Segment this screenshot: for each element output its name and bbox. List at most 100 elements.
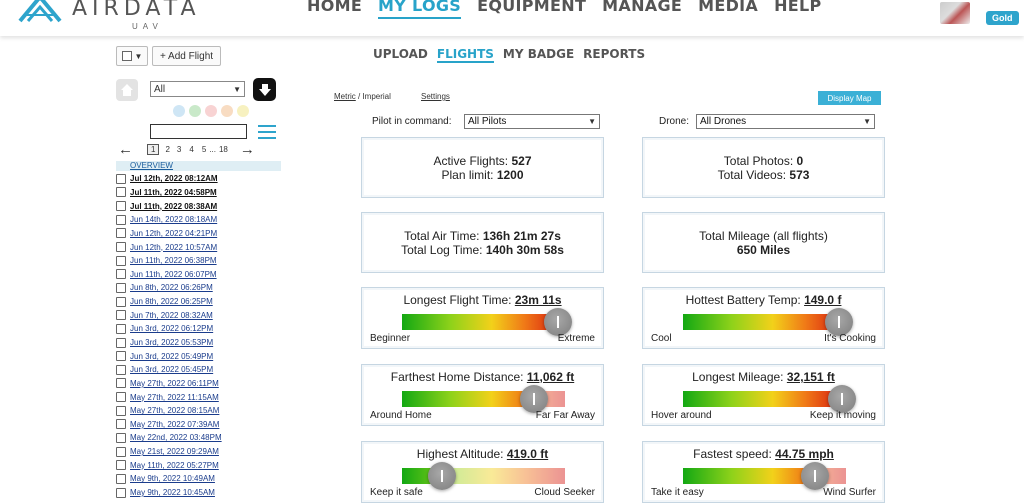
imperial-link[interactable]: Imperial (362, 92, 390, 101)
flight-list-item[interactable]: Jun 3rd, 2022 05:45PM (116, 363, 286, 377)
flight-link[interactable]: May 27th, 2022 07:39AM (130, 420, 219, 429)
flight-checkbox[interactable] (116, 173, 126, 184)
flight-list-item[interactable]: Jun 3rd, 2022 05:53PM (116, 336, 286, 350)
flight-link[interactable]: May 27th, 2022 08:15AM (130, 406, 219, 415)
flight-checkbox[interactable] (116, 323, 126, 334)
next-page-arrow-icon[interactable]: → (240, 141, 255, 158)
flight-link[interactable]: Jun 3rd, 2022 05:53PM (130, 338, 213, 347)
page-4[interactable]: 4 (189, 145, 193, 154)
flight-list-item[interactable]: Jun 7th, 2022 08:32AM (116, 308, 286, 322)
color-tag-green[interactable] (189, 105, 201, 117)
flight-checkbox[interactable] (116, 432, 126, 443)
download-button[interactable] (253, 78, 276, 101)
flight-checkbox[interactable] (116, 460, 126, 471)
flight-link[interactable]: Jun 12th, 2022 04:21PM (130, 229, 217, 238)
flight-checkbox[interactable] (116, 405, 126, 416)
brand-logo[interactable]: AIRDATA (18, 0, 201, 24)
flight-link[interactable]: Jun 14th, 2022 08:18AM (130, 215, 217, 224)
flight-list-item[interactable]: Jul 11th, 2022 04:58PM (116, 186, 286, 200)
flight-checkbox[interactable] (116, 351, 126, 362)
flight-list-item[interactable]: Jun 11th, 2022 06:07PM (116, 267, 286, 281)
gauge-value-link[interactable]: 23m 11s (515, 293, 562, 307)
user-avatar[interactable] (940, 2, 970, 24)
color-tag-orange[interactable] (221, 105, 233, 117)
flight-link[interactable]: May 11th, 2022 05:27PM (130, 461, 219, 470)
flight-link[interactable]: Jun 3rd, 2022 06:12PM (130, 324, 213, 333)
flight-link[interactable]: Jul 12th, 2022 08:12AM (130, 174, 218, 183)
flight-link[interactable]: May 9th, 2022 10:45AM (130, 488, 215, 497)
nav-help[interactable]: HELP (774, 0, 821, 19)
flight-link[interactable]: May 9th, 2022 10:49AM (130, 474, 215, 483)
gauge-value-link[interactable]: 32,151 ft (787, 370, 835, 384)
flight-link[interactable]: May 21st, 2022 09:29AM (130, 447, 219, 456)
flight-list-item[interactable]: May 27th, 2022 06:11PM (116, 377, 286, 391)
flight-link[interactable]: Jun 7th, 2022 08:32AM (130, 311, 213, 320)
color-tag-red[interactable] (205, 105, 217, 117)
flight-checkbox[interactable] (116, 228, 126, 239)
flight-checkbox[interactable] (116, 187, 126, 198)
subnav-reports[interactable]: REPORTS (583, 47, 645, 63)
select-all-dropdown[interactable]: ▼ (116, 46, 148, 66)
page-2[interactable]: 2 (165, 145, 169, 154)
flight-checkbox[interactable] (116, 269, 126, 280)
flight-link[interactable]: Jun 11th, 2022 06:07PM (130, 270, 217, 279)
color-tag-blue[interactable] (173, 105, 185, 117)
hamburger-menu-icon[interactable] (258, 125, 276, 139)
nav-media[interactable]: MEDIA (698, 0, 758, 19)
flight-link[interactable]: May 27th, 2022 06:11PM (130, 379, 219, 388)
page-5[interactable]: 5 (202, 145, 206, 154)
flight-checkbox[interactable] (116, 310, 126, 321)
flight-checkbox[interactable] (116, 296, 126, 307)
flight-link[interactable]: Jul 11th, 2022 04:58PM (130, 188, 217, 197)
flight-link[interactable]: Jun 8th, 2022 06:26PM (130, 283, 213, 292)
flight-list-item[interactable]: Jun 11th, 2022 06:38PM (116, 254, 286, 268)
flight-link[interactable]: May 22nd, 2022 03:48PM (130, 433, 222, 442)
flight-list-item[interactable]: May 22nd, 2022 03:48PM (116, 431, 286, 445)
plan-badge[interactable]: Gold (986, 11, 1019, 25)
flight-checkbox[interactable] (116, 378, 126, 389)
nav-home[interactable]: HOME (307, 0, 362, 19)
flight-checkbox[interactable] (116, 419, 126, 430)
flight-list-item[interactable]: Jun 3rd, 2022 05:49PM (116, 349, 286, 363)
flight-list-item[interactable]: Jul 11th, 2022 08:38AM (116, 199, 286, 213)
flight-filter-select[interactable]: All ▼ (150, 81, 245, 97)
flight-link[interactable]: Jun 12th, 2022 10:57AM (130, 243, 217, 252)
flight-checkbox[interactable] (116, 255, 126, 266)
flight-list-item[interactable]: May 9th, 2022 10:49AM (116, 472, 286, 486)
flight-link[interactable]: Jun 11th, 2022 06:38PM (130, 256, 217, 265)
flight-checkbox[interactable] (116, 364, 126, 375)
metric-link[interactable]: Metric (334, 92, 356, 101)
add-flight-button[interactable]: + Add Flight (152, 46, 221, 66)
nav-my-logs[interactable]: MY LOGS (378, 0, 462, 19)
pilot-select[interactable]: All Pilots ▼ (464, 114, 600, 129)
flight-checkbox[interactable] (116, 487, 126, 498)
nav-equipment[interactable]: EQUIPMENT (477, 0, 586, 19)
gauge-value-link[interactable]: 44.75 mph (775, 447, 834, 461)
page-1[interactable]: 1 (147, 143, 160, 155)
flight-search-input[interactable] (150, 124, 247, 139)
home-filter-button[interactable] (116, 79, 138, 101)
flight-list-item[interactable]: May 27th, 2022 07:39AM (116, 418, 286, 432)
flight-list-item[interactable]: Jun 8th, 2022 06:26PM (116, 281, 286, 295)
flight-list-item[interactable]: Jun 12th, 2022 04:21PM (116, 227, 286, 241)
flight-list-item[interactable]: Jul 12th, 2022 08:12AM (116, 172, 286, 186)
flight-list-item[interactable]: May 27th, 2022 11:15AM (116, 390, 286, 404)
subnav-upload[interactable]: UPLOAD (373, 47, 428, 63)
flight-checkbox[interactable] (116, 242, 126, 253)
gauge-value-link[interactable]: 11,062 ft (527, 370, 574, 384)
flight-list-item[interactable]: May 9th, 2022 10:45AM (116, 486, 286, 500)
flight-checkbox[interactable] (116, 392, 126, 403)
flight-checkbox[interactable] (116, 473, 126, 484)
flight-link[interactable]: Jun 8th, 2022 06:25PM (130, 297, 213, 306)
flight-list-item[interactable]: May 11th, 2022 05:27PM (116, 458, 286, 472)
drone-select[interactable]: All Drones ▼ (696, 114, 875, 129)
settings-link[interactable]: Settings (421, 92, 450, 101)
subnav-flights[interactable]: FLIGHTS (436, 47, 494, 63)
page-3[interactable]: 3 (177, 145, 181, 154)
nav-manage[interactable]: MANAGE (602, 0, 682, 19)
flight-list-item[interactable]: Jun 8th, 2022 06:25PM (116, 295, 286, 309)
color-tag-yellow[interactable] (237, 105, 249, 117)
flight-checkbox[interactable] (116, 282, 126, 293)
flight-checkbox[interactable] (116, 446, 126, 457)
gauge-value-link[interactable]: 149.0 f (804, 293, 841, 307)
